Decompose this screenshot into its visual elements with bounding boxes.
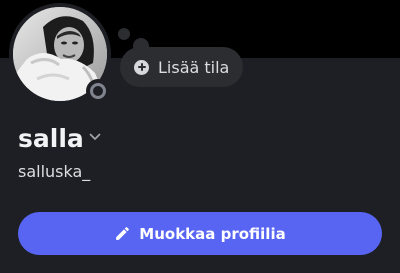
- username: salluska_: [18, 162, 91, 181]
- status-bubble-dot-small: [118, 28, 130, 40]
- edit-profile-label: Muokkaa profiilia: [139, 224, 286, 243]
- display-name[interactable]: salla: [18, 124, 84, 154]
- plus-circle-icon: [134, 59, 149, 75]
- add-status-label: Lisää tila: [158, 57, 230, 77]
- pencil-icon: [116, 227, 130, 240]
- add-status-button[interactable]: Lisää tila: [120, 47, 244, 87]
- offline-status-icon: [90, 83, 106, 99]
- edit-profile-button[interactable]: Muokkaa profiilia: [18, 212, 382, 255]
- chevron-down-icon[interactable]: [89, 132, 101, 142]
